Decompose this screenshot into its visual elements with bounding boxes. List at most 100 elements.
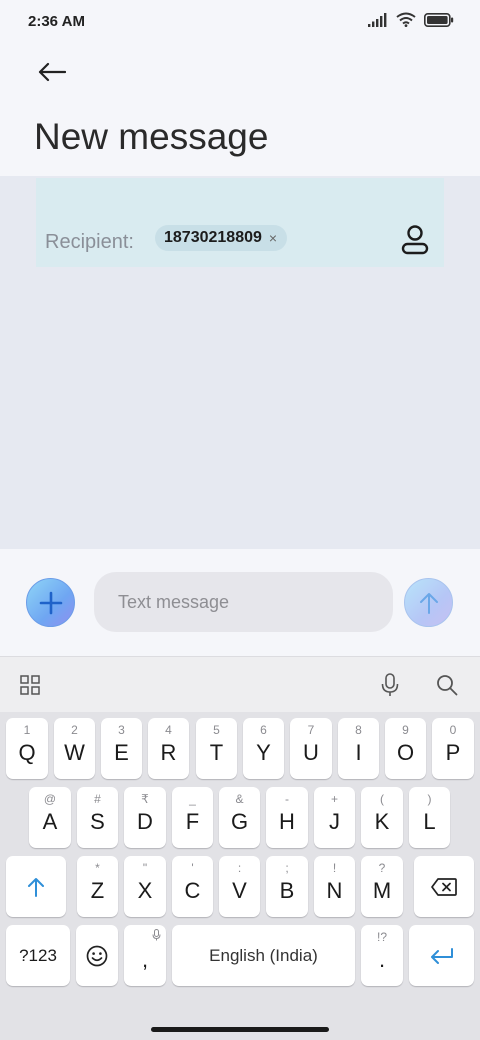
- back-button[interactable]: [28, 52, 76, 92]
- shift-key[interactable]: [6, 856, 66, 917]
- emoji-icon: [86, 945, 108, 966]
- key-j[interactable]: + J: [314, 787, 355, 848]
- key-label: I: [355, 739, 362, 765]
- key-b[interactable]: ; B: [266, 856, 308, 917]
- key-hint: _: [189, 792, 196, 806]
- key-i[interactable]: 8I: [338, 718, 379, 779]
- key-r[interactable]: 4R: [148, 718, 189, 779]
- key-g[interactable]: & G: [219, 787, 260, 848]
- key-v[interactable]: :V: [219, 856, 260, 917]
- status-time: 2:36 AM: [28, 13, 85, 30]
- shift-icon: [28, 877, 44, 897]
- key-x[interactable]: " X: [124, 856, 166, 917]
- key-t[interactable]: 5T: [196, 718, 237, 779]
- send-arrow-icon: [419, 592, 438, 614]
- key-m[interactable]: ? M: [361, 856, 403, 917]
- key-label: V: [232, 877, 247, 903]
- key-label: Y: [256, 739, 271, 765]
- key-hint: ': [191, 861, 194, 875]
- key-hint: 9: [402, 723, 409, 737]
- signal-icon: [368, 12, 387, 27]
- recipient-chip[interactable]: 18730218809 ×: [155, 225, 288, 251]
- recipient-chip-number: 18730218809: [164, 229, 262, 246]
- remove-recipient-button[interactable]: ×: [269, 230, 277, 246]
- header: New message: [0, 44, 480, 176]
- key-o[interactable]: 9O: [385, 718, 426, 779]
- key-d[interactable]: ₹ D: [124, 787, 166, 848]
- symbols-key[interactable]: ?123: [6, 925, 70, 986]
- key-label: X: [137, 877, 153, 903]
- recipient-label: Recipient:: [45, 231, 134, 253]
- key-label: M: [372, 877, 392, 903]
- key-hint: 3: [118, 723, 125, 737]
- key-hint: +: [330, 792, 338, 806]
- key-c[interactable]: ' C: [172, 856, 213, 917]
- add-attachment-button[interactable]: [26, 578, 75, 627]
- key-hint: 5: [213, 723, 220, 737]
- key-a[interactable]: @ A: [29, 787, 71, 848]
- key-hint: 8: [355, 723, 362, 737]
- key-l[interactable]: ) L: [409, 787, 450, 848]
- apps-grid-icon: [20, 675, 40, 695]
- key-hint: (: [380, 792, 384, 806]
- key-f[interactable]: _ F: [172, 787, 213, 848]
- backspace-icon: [431, 877, 457, 896]
- contact-picker-button[interactable]: [400, 223, 430, 257]
- key-hint: ;: [285, 861, 289, 875]
- microphone-hint-icon: [152, 929, 161, 941]
- key-p[interactable]: 0P: [432, 718, 474, 779]
- key-label: D: [137, 808, 153, 834]
- contact-icon: [401, 225, 429, 255]
- keyboard-search-button[interactable]: [434, 672, 460, 698]
- key-hint: @: [43, 792, 57, 806]
- recipient-row[interactable]: Recipient: 18730218809 ×: [36, 178, 444, 267]
- status-bar: 2:36 AM: [0, 0, 480, 44]
- key-label: T: [209, 739, 224, 765]
- voice-input-button[interactable]: [377, 672, 403, 698]
- page-title: New message: [34, 116, 269, 157]
- key-label: A: [42, 808, 58, 834]
- key-w[interactable]: 2W: [54, 718, 95, 779]
- back-arrow-icon: [38, 62, 66, 82]
- period-key[interactable]: !? .: [361, 925, 403, 986]
- key-label: R: [160, 739, 177, 765]
- period-key-hint: !?: [376, 930, 387, 944]
- comma-key[interactable]: ,: [124, 925, 166, 986]
- space-key-label: English (India): [209, 945, 318, 965]
- key-u[interactable]: 7U: [290, 718, 332, 779]
- key-label: U: [303, 739, 319, 765]
- key-y[interactable]: 6Y: [243, 718, 284, 779]
- keyboard: 1Q 2W 3E 4R 5T 6Y 7U 8I 9O 0P @ A # S ₹ D _…: [0, 712, 480, 1020]
- send-button[interactable]: [404, 578, 453, 627]
- key-hint: 0: [449, 723, 457, 737]
- enter-key[interactable]: [409, 925, 474, 986]
- space-key[interactable]: English (India): [172, 925, 355, 986]
- key-s[interactable]: # S: [77, 787, 118, 848]
- key-hint: &: [235, 792, 244, 806]
- key-hint: ?: [378, 861, 386, 875]
- keyboard-toolbar: [0, 656, 480, 712]
- emoji-key[interactable]: [76, 925, 118, 986]
- backspace-key[interactable]: [414, 856, 474, 917]
- message-input[interactable]: [94, 572, 393, 632]
- key-label: Q: [18, 739, 36, 765]
- key-hint: 1: [23, 723, 31, 737]
- key-label: W: [64, 739, 85, 765]
- key-label: P: [445, 739, 461, 765]
- apps-grid-button[interactable]: [17, 672, 43, 698]
- key-k[interactable]: (K: [361, 787, 403, 848]
- home-gesture-bar[interactable]: [151, 1027, 329, 1032]
- key-n[interactable]: ! N: [314, 856, 355, 917]
- compose-bar: [0, 549, 480, 656]
- key-q[interactable]: 1Q: [6, 718, 48, 779]
- key-label: F: [185, 808, 200, 834]
- key-hint: 2: [71, 723, 78, 737]
- key-e[interactable]: 3E: [101, 718, 142, 779]
- key-label: H: [279, 808, 295, 834]
- comma-key-label: ,: [141, 946, 149, 972]
- key-h[interactable]: -H: [266, 787, 308, 848]
- key-hint: 7: [307, 723, 315, 737]
- key-z[interactable]: * Z: [77, 856, 118, 917]
- enter-icon: [430, 947, 453, 964]
- key-label: S: [90, 808, 105, 834]
